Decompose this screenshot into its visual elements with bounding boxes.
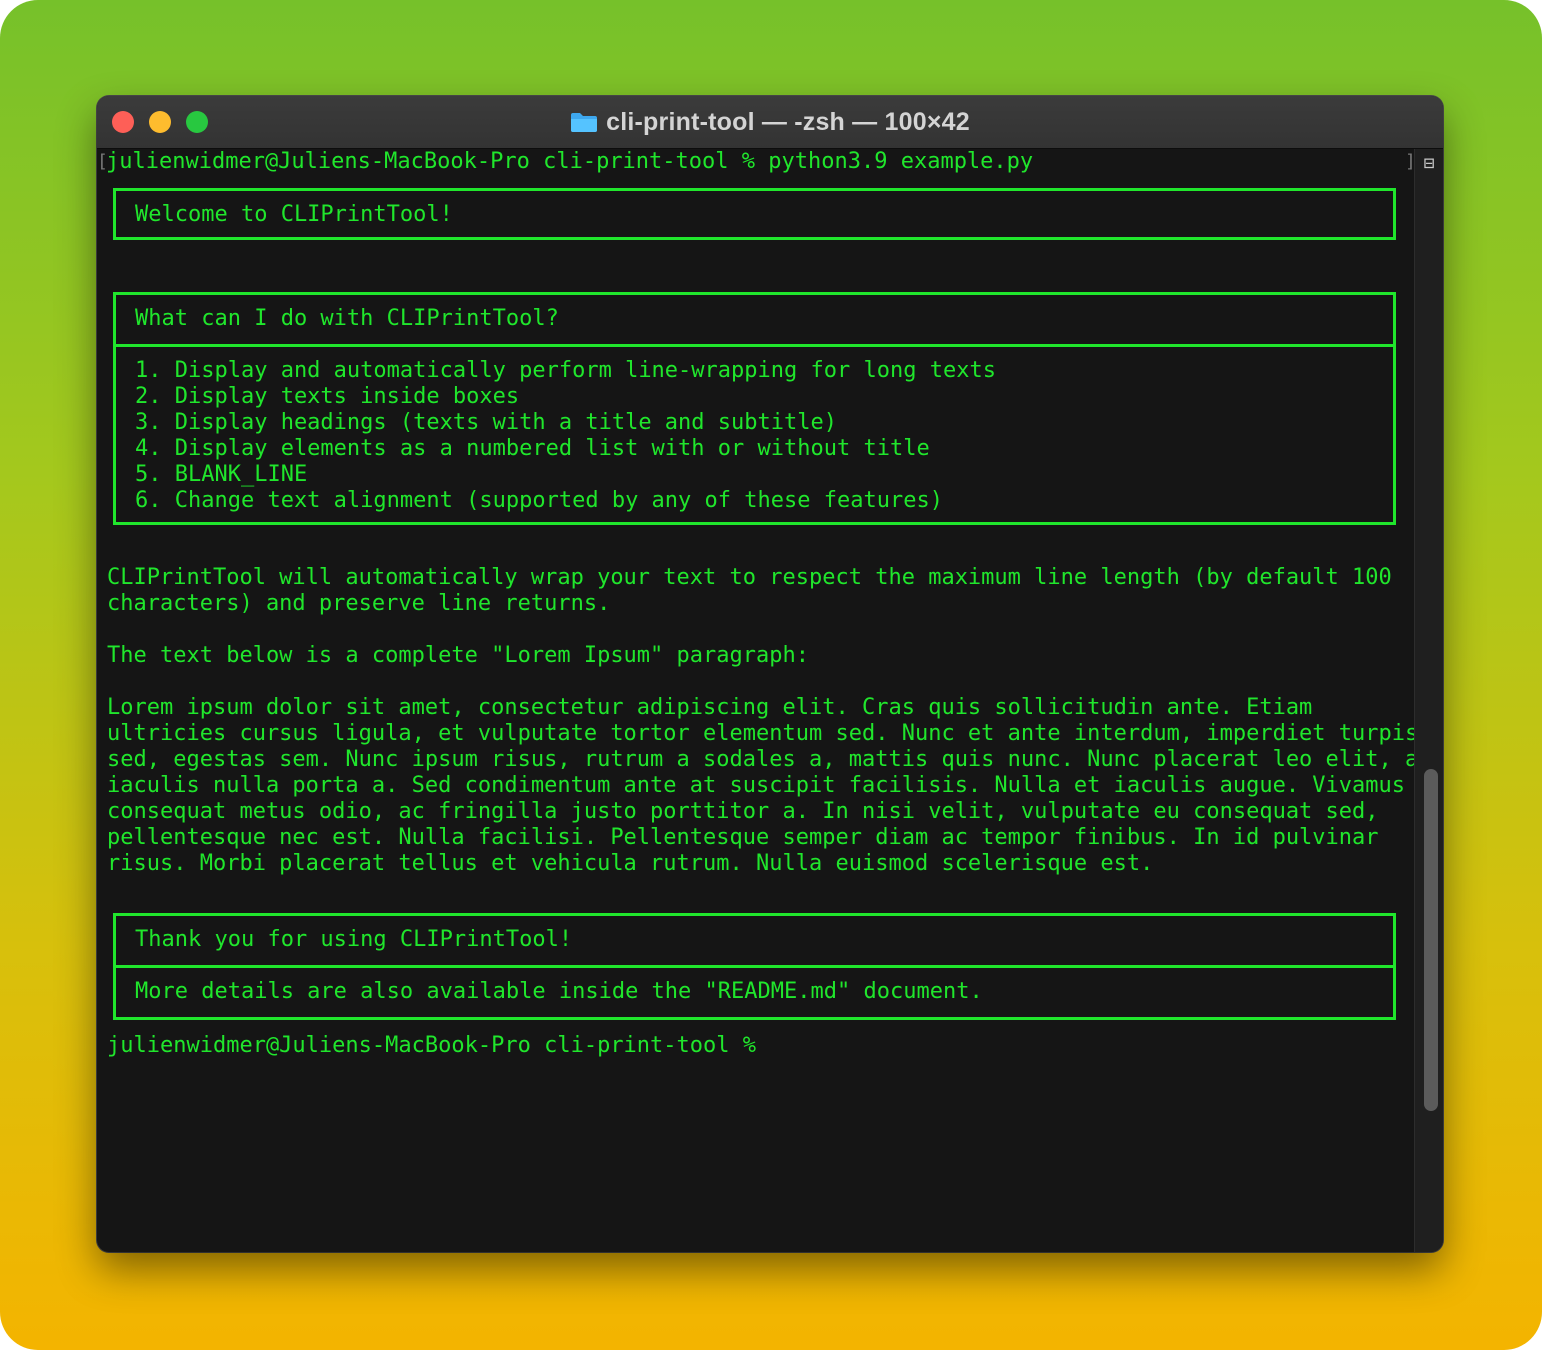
feature-item: 5. BLANK_LINE: [135, 462, 308, 487]
desktop-background: cli-print-tool — -zsh — 100×42 [ ] julie…: [0, 0, 1542, 1350]
terminal-output[interactable]: [ ] julienwidmer@Juliens-MacBook-Pro cli…: [97, 149, 1432, 1252]
features-divider: [116, 344, 1393, 347]
scroll-thumb[interactable]: [1424, 769, 1438, 1111]
features-box: What can I do with CLIPrintTool? 1. Disp…: [113, 292, 1396, 525]
feature-item: 1. Display and automatically perform lin…: [135, 358, 996, 383]
thanks-subtitle: More details are also available inside t…: [135, 979, 983, 1004]
split-view-icon[interactable]: ⊟: [1419, 155, 1439, 173]
wrap-paragraph-line: characters) and preserve line returns.: [107, 591, 611, 616]
title-bar[interactable]: cli-print-tool — -zsh — 100×42: [97, 96, 1443, 149]
folder-icon: [570, 111, 598, 133]
window-title: cli-print-tool — -zsh — 100×42: [606, 107, 970, 136]
thanks-box: Thank you for using CLIPrintTool! More d…: [113, 913, 1396, 1020]
lorem-line: sed, egestas sem. Nunc ipsum risus, rutr…: [107, 747, 1432, 772]
terminal-window[interactable]: cli-print-tool — -zsh — 100×42 [ ] julie…: [97, 96, 1443, 1252]
command-line: julienwidmer@Juliens-MacBook-Pro cli-pri…: [106, 149, 1034, 174]
shell-prompt[interactable]: julienwidmer@Juliens-MacBook-Pro cli-pri…: [107, 1033, 756, 1059]
feature-item: 4. Display elements as a numbered list w…: [135, 436, 930, 461]
feature-item: 2. Display texts inside boxes: [135, 384, 520, 409]
welcome-text: Welcome to CLIPrintTool!: [135, 202, 453, 227]
thanks-title: Thank you for using CLIPrintTool!: [135, 927, 573, 952]
window-title-group: cli-print-tool — -zsh — 100×42: [97, 96, 1443, 148]
features-heading: What can I do with CLIPrintTool?: [135, 306, 559, 331]
lorem-line: pellentesque nec est. Nulla facilisi. Pe…: [107, 825, 1379, 850]
lorem-line: Lorem ipsum dolor sit amet, consectetur …: [107, 695, 1313, 720]
vertical-scrollbar[interactable]: ⊟: [1414, 149, 1443, 1252]
lorem-intro: The text below is a complete "Lorem Ipsu…: [107, 643, 809, 668]
wrap-paragraph-line: CLIPrintTool will automatically wrap you…: [107, 565, 1392, 590]
feature-item: 6. Change text alignment (supported by a…: [135, 488, 943, 513]
lorem-line: ultricies cursus ligula, et vulputate to…: [107, 721, 1419, 746]
lorem-line: consequat metus odio, ac fringilla justo…: [107, 799, 1379, 824]
welcome-box: Welcome to CLIPrintTool!: [113, 188, 1396, 240]
feature-item: 3. Display headings (texts with a title …: [135, 410, 837, 435]
lorem-line: iaculis nulla porta a. Sed condimentum a…: [107, 773, 1406, 798]
thanks-divider: [116, 965, 1393, 968]
lorem-line: risus. Morbi placerat tellus et vehicula…: [107, 851, 1154, 876]
